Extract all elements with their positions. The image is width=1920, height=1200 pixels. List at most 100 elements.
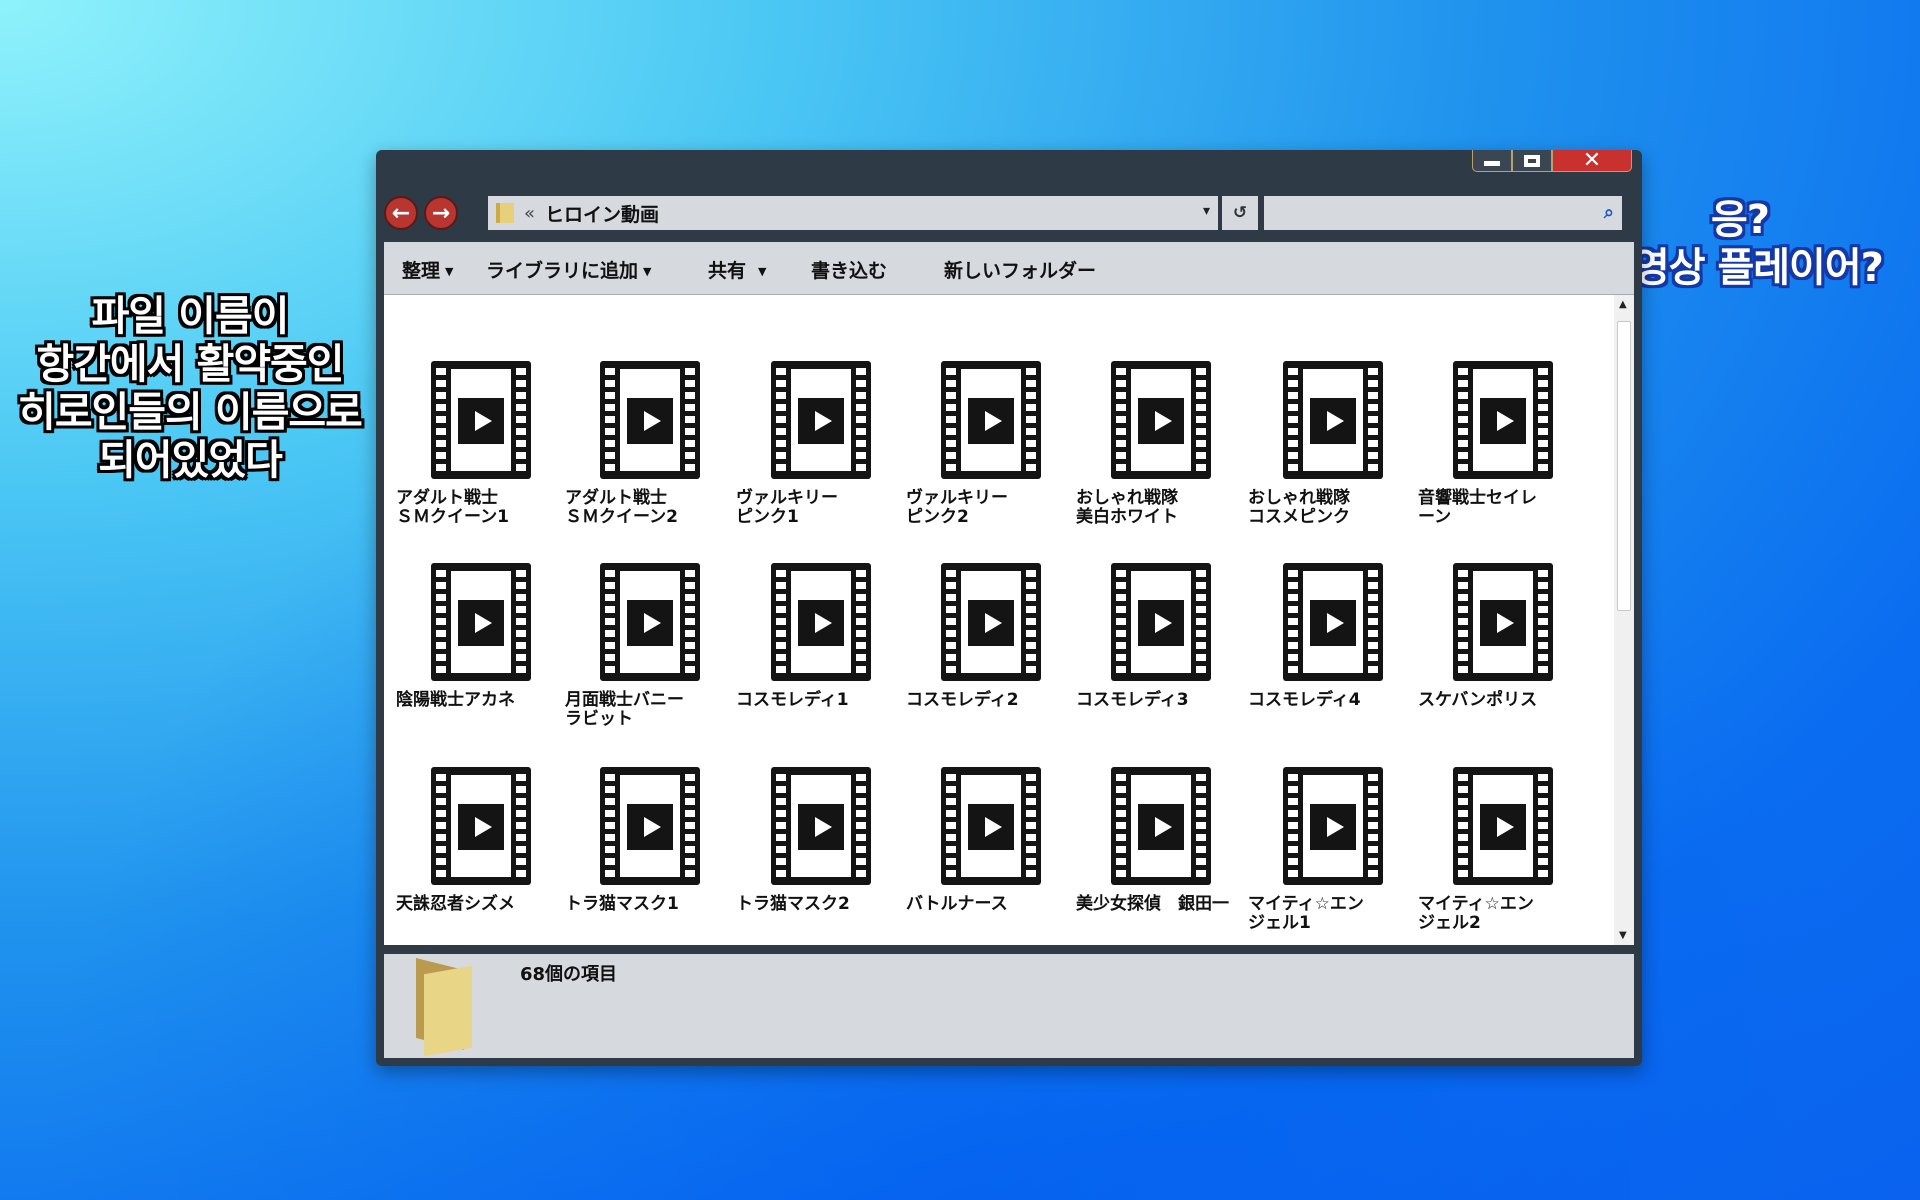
video-file-icon xyxy=(1283,767,1383,885)
arrow-right-icon: → xyxy=(431,200,451,226)
play-icon xyxy=(968,804,1014,850)
play-icon xyxy=(627,398,673,444)
address-bar[interactable]: « ヒロイン動画 ▾ xyxy=(488,196,1218,230)
add-to-library-label: ライブラリに追加 xyxy=(486,260,639,282)
file-name: おしゃれ戦隊 美白ホワイト xyxy=(1076,488,1178,527)
play-icon xyxy=(1138,398,1184,444)
play-icon xyxy=(798,600,844,646)
caption-left-line: 항간에서 활약중인 xyxy=(36,340,344,388)
video-file-icon xyxy=(600,563,700,681)
organize-label: 整理 xyxy=(402,260,441,282)
vertical-scrollbar[interactable]: ▲ ▼ xyxy=(1614,295,1634,945)
video-file-icon xyxy=(1453,563,1553,681)
folder-icon xyxy=(416,958,472,1057)
explorer-window: ✕ ← → « ヒロイン動画 ▾ ↺ ⌕ 整理 ▼ ライブラリに追加 ▼ 共有 ▼ 書… xyxy=(376,147,1642,1066)
play-icon xyxy=(1480,804,1526,850)
dropdown-arrow-icon: ▼ xyxy=(643,265,652,278)
video-file-icon xyxy=(600,767,700,885)
scrollbar-thumb[interactable] xyxy=(1617,321,1631,611)
share-menu[interactable]: 共有 ▼ xyxy=(708,256,766,283)
video-file-icon xyxy=(1111,361,1211,479)
play-icon xyxy=(1480,600,1526,646)
play-icon xyxy=(1138,600,1184,646)
file-name: 月面戦士バニー ラビット xyxy=(565,690,684,729)
video-file-icon xyxy=(431,563,531,681)
play-icon xyxy=(968,600,1014,646)
video-file-icon xyxy=(1453,767,1553,885)
dropdown-arrow-icon: ▼ xyxy=(758,265,767,278)
video-file-icon xyxy=(1283,361,1383,479)
scroll-up-icon[interactable]: ▲ xyxy=(1619,299,1627,310)
play-icon xyxy=(1310,398,1356,444)
file-list-view: ▲ ▼ アダルト戦士 ＳＭクイーン1 アダルト戦士 ＳＭクイーン2 ヴァルキリー ピ… xyxy=(384,295,1634,945)
minimize-button[interactable] xyxy=(1472,150,1512,172)
file-name: マイティ☆エン ジェル2 xyxy=(1418,894,1534,933)
refresh-icon: ↺ xyxy=(1232,203,1248,223)
window-controls: ✕ xyxy=(1472,147,1632,174)
video-file-icon xyxy=(1111,767,1211,885)
play-icon xyxy=(1480,398,1526,444)
file-name: アダルト戦士 ＳＭクイーン2 xyxy=(565,488,678,527)
refresh-button[interactable]: ↺ xyxy=(1222,196,1258,230)
video-file-icon xyxy=(1111,563,1211,681)
play-icon xyxy=(458,600,504,646)
item-count: 68個の項目 xyxy=(520,964,618,985)
video-file-icon xyxy=(431,767,531,885)
minimize-icon xyxy=(1484,161,1500,166)
file-name: トラ猫マスク1 xyxy=(565,894,679,914)
play-icon xyxy=(458,398,504,444)
file-name: 美少女探偵 銀田一 xyxy=(1076,894,1229,914)
burn-label: 書き込む xyxy=(811,260,888,282)
maximize-icon xyxy=(1524,154,1540,167)
chevron-down-icon[interactable]: ▾ xyxy=(1203,203,1210,219)
play-icon xyxy=(627,804,673,850)
add-to-library-menu[interactable]: ライブラリに追加 ▼ xyxy=(486,256,651,283)
back-button[interactable]: ← xyxy=(384,196,418,230)
play-icon xyxy=(798,398,844,444)
caption-left: 파일 이름이 항간에서 활약중인 히로인들의 이름으로 되어있었다 xyxy=(10,292,370,484)
video-file-icon xyxy=(1283,563,1383,681)
video-file-icon xyxy=(431,361,531,479)
video-file-icon xyxy=(941,361,1041,479)
share-label: 共有 xyxy=(708,260,747,282)
burn-button[interactable]: 書き込む xyxy=(811,256,887,283)
close-icon: ✕ xyxy=(1582,147,1602,173)
video-file-icon xyxy=(771,767,871,885)
play-icon xyxy=(1138,804,1184,850)
video-file-icon xyxy=(600,361,700,479)
arrow-left-icon: ← xyxy=(391,200,411,226)
breadcrumb-overflow[interactable]: « xyxy=(524,203,535,224)
caption-left-line: 히로인들의 이름으로 xyxy=(18,388,363,436)
forward-button[interactable]: → xyxy=(424,196,458,230)
video-file-icon xyxy=(941,767,1041,885)
play-icon xyxy=(1310,600,1356,646)
file-name: コスモレディ3 xyxy=(1076,690,1189,710)
organize-menu[interactable]: 整理 ▼ xyxy=(402,256,453,283)
file-name: 音響戦士セイレ ーン xyxy=(1418,488,1537,527)
play-icon xyxy=(968,398,1014,444)
breadcrumb-current[interactable]: ヒロイン動画 xyxy=(545,200,659,227)
play-icon xyxy=(458,804,504,850)
scroll-down-icon[interactable]: ▼ xyxy=(1619,930,1627,941)
caption-left-line: 되어있었다 xyxy=(98,436,283,484)
close-button[interactable]: ✕ xyxy=(1552,147,1632,173)
play-icon xyxy=(798,804,844,850)
video-file-icon xyxy=(941,563,1041,681)
play-icon xyxy=(627,600,673,646)
command-bar: 整理 ▼ ライブラリに追加 ▼ 共有 ▼ 書き込む 新しいフォルダー xyxy=(384,242,1634,295)
search-icon[interactable]: ⌕ xyxy=(1604,202,1614,223)
video-file-icon xyxy=(1453,361,1553,479)
video-file-icon xyxy=(771,361,871,479)
search-input[interactable]: ⌕ xyxy=(1264,196,1622,230)
navigation-bar: ← → « ヒロイン動画 ▾ ↺ ⌕ xyxy=(384,194,1634,234)
caption-left-line: 파일 이름이 xyxy=(91,292,290,340)
details-pane: 68個の項目 xyxy=(384,954,1634,1058)
new-folder-label: 新しいフォルダー xyxy=(944,260,1097,282)
video-file-icon xyxy=(771,563,871,681)
file-name: スケバンポリス xyxy=(1418,690,1538,710)
maximize-button[interactable] xyxy=(1512,150,1552,172)
new-folder-button[interactable]: 新しいフォルダー xyxy=(944,256,1096,283)
play-icon xyxy=(1310,804,1356,850)
folder-icon xyxy=(496,203,514,223)
dropdown-arrow-icon: ▼ xyxy=(445,265,454,278)
